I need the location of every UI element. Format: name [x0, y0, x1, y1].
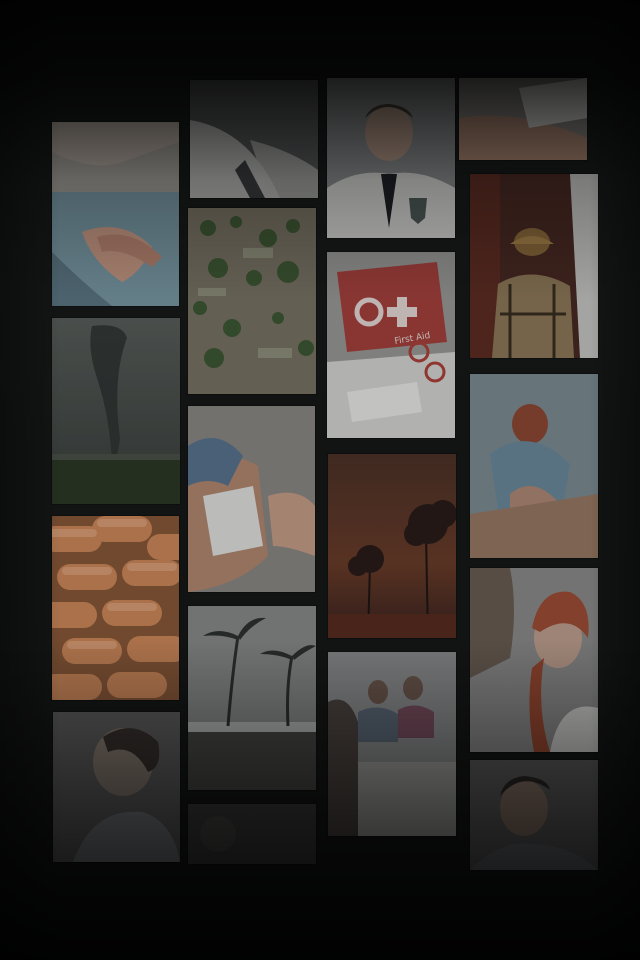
- photo-person-profile: [53, 712, 180, 862]
- photo-firefighter: [470, 174, 598, 358]
- photo-wildfire: [328, 454, 456, 638]
- photo-partial-dark: [188, 804, 316, 864]
- doctor-icon: [327, 78, 455, 238]
- photo-first-aid-kit: First Aid: [327, 252, 455, 438]
- woman-icon: [470, 568, 598, 752]
- photo-man-portrait: [470, 760, 598, 870]
- fire-icon: [328, 454, 456, 638]
- photo-woman-portrait: [470, 568, 598, 752]
- photo-cpr-hands: [52, 122, 179, 306]
- pill-icon: [52, 516, 179, 700]
- photo-icon: [188, 804, 316, 864]
- photo-flood-aerial: [188, 208, 316, 394]
- firefighter-icon: [470, 174, 598, 358]
- flood-icon: [188, 208, 316, 394]
- photo-doctor-portrait: [327, 78, 455, 238]
- hands-compression-icon: [52, 122, 179, 306]
- collage-background: First Aid: [0, 0, 640, 960]
- first-aid-kit-icon: First Aid: [327, 252, 455, 438]
- photo-pills: [52, 516, 179, 700]
- photo-tornado: [52, 318, 180, 504]
- man-icon: [470, 760, 598, 870]
- photo-bandaging-arm: [188, 406, 315, 592]
- bandage-icon: [188, 406, 315, 592]
- photo-hurricane-palms: [188, 606, 316, 790]
- person-icon: [53, 712, 180, 862]
- storm-icon: [188, 606, 316, 790]
- photo-doctor-coat-top: [190, 80, 318, 198]
- photo-group-lesson: [328, 652, 456, 836]
- bandage-icon: [459, 78, 587, 160]
- coat-icon: [190, 80, 318, 198]
- group-icon: [328, 652, 456, 836]
- photo-bandage-top: [459, 78, 587, 160]
- tornado-icon: [52, 318, 180, 504]
- cpr-icon: [470, 374, 598, 558]
- photo-cpr-training: [470, 374, 598, 558]
